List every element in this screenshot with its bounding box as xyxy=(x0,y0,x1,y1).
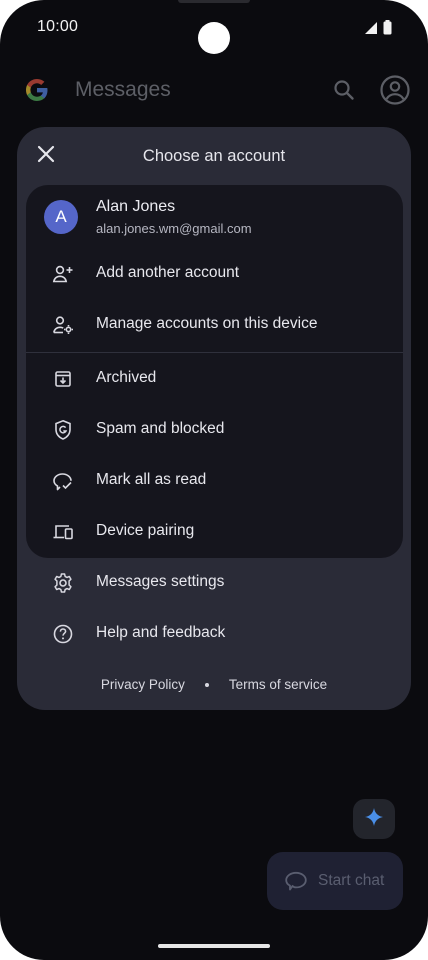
mark-all-read-label: Mark all as read xyxy=(96,471,207,488)
account-name: Alan Jones xyxy=(96,198,176,215)
avatar: A xyxy=(44,200,78,234)
mark-all-read-item[interactable]: Mark all as read xyxy=(26,456,403,506)
archive-icon xyxy=(51,367,75,391)
manage-accounts-label: Manage accounts on this device xyxy=(96,315,318,332)
home-indicator[interactable] xyxy=(158,944,270,948)
app-title: Messages xyxy=(75,78,171,101)
phone-screen: 10:00 Messages Choose an account A Alan … xyxy=(0,0,428,960)
add-account-item[interactable]: Add another account xyxy=(26,249,403,299)
account-chooser-sheet: Choose an account A Alan Jones alan.jone… xyxy=(17,127,411,710)
help-icon xyxy=(51,622,75,646)
devices-icon xyxy=(51,520,75,544)
manage-accounts-icon xyxy=(51,313,75,337)
account-card: A Alan Jones alan.jones.wm@gmail.com Add… xyxy=(26,185,403,558)
device-pairing-item[interactable]: Device pairing xyxy=(26,507,403,557)
google-g-icon xyxy=(24,77,50,103)
device-pairing-label: Device pairing xyxy=(96,522,195,539)
signal-icon xyxy=(364,21,378,40)
speaker-grille xyxy=(178,0,250,3)
account-email: alan.jones.wm@gmail.com xyxy=(96,221,252,236)
sheet-title: Choose an account xyxy=(142,147,286,165)
account-circle-icon[interactable] xyxy=(379,74,411,106)
app-bar: Messages xyxy=(0,60,428,120)
archived-label: Archived xyxy=(96,369,157,386)
spam-blocked-label: Spam and blocked xyxy=(96,420,225,437)
gemini-sparkle-icon xyxy=(364,807,384,832)
help-feedback-label: Help and feedback xyxy=(96,624,226,641)
help-feedback-item[interactable]: Help and feedback xyxy=(26,609,403,659)
messages-settings-item[interactable]: Messages settings xyxy=(26,558,403,608)
gemini-button[interactable] xyxy=(353,799,395,839)
start-chat-button[interactable]: Start chat xyxy=(267,852,403,910)
mark-read-icon xyxy=(51,469,75,493)
footer-separator-dot xyxy=(204,682,209,687)
status-icons xyxy=(364,20,392,40)
spam-blocked-item[interactable]: Spam and blocked xyxy=(26,405,403,455)
add-account-label: Add another account xyxy=(96,264,240,281)
search-icon[interactable] xyxy=(331,77,357,103)
current-account[interactable]: A Alan Jones alan.jones.wm@gmail.com xyxy=(26,185,403,249)
battery-icon xyxy=(383,20,392,40)
privacy-policy-link[interactable]: Privacy Policy xyxy=(101,677,185,692)
person-add-icon xyxy=(51,262,75,286)
manage-accounts-item[interactable]: Manage accounts on this device xyxy=(26,300,403,350)
divider xyxy=(26,352,403,353)
chat-bubble-icon xyxy=(284,869,308,893)
status-bar: 10:00 xyxy=(0,0,428,56)
status-time: 10:00 xyxy=(37,18,79,35)
start-chat-label: Start chat xyxy=(318,872,385,889)
settings-gear-icon xyxy=(51,571,75,595)
messages-settings-label: Messages settings xyxy=(96,573,225,590)
terms-of-service-link[interactable]: Terms of service xyxy=(229,677,327,692)
camera-cutout xyxy=(198,22,230,54)
archived-item[interactable]: Archived xyxy=(26,354,403,404)
sheet-footer: Privacy Policy Terms of service xyxy=(17,677,411,692)
spam-shield-icon xyxy=(51,418,75,442)
